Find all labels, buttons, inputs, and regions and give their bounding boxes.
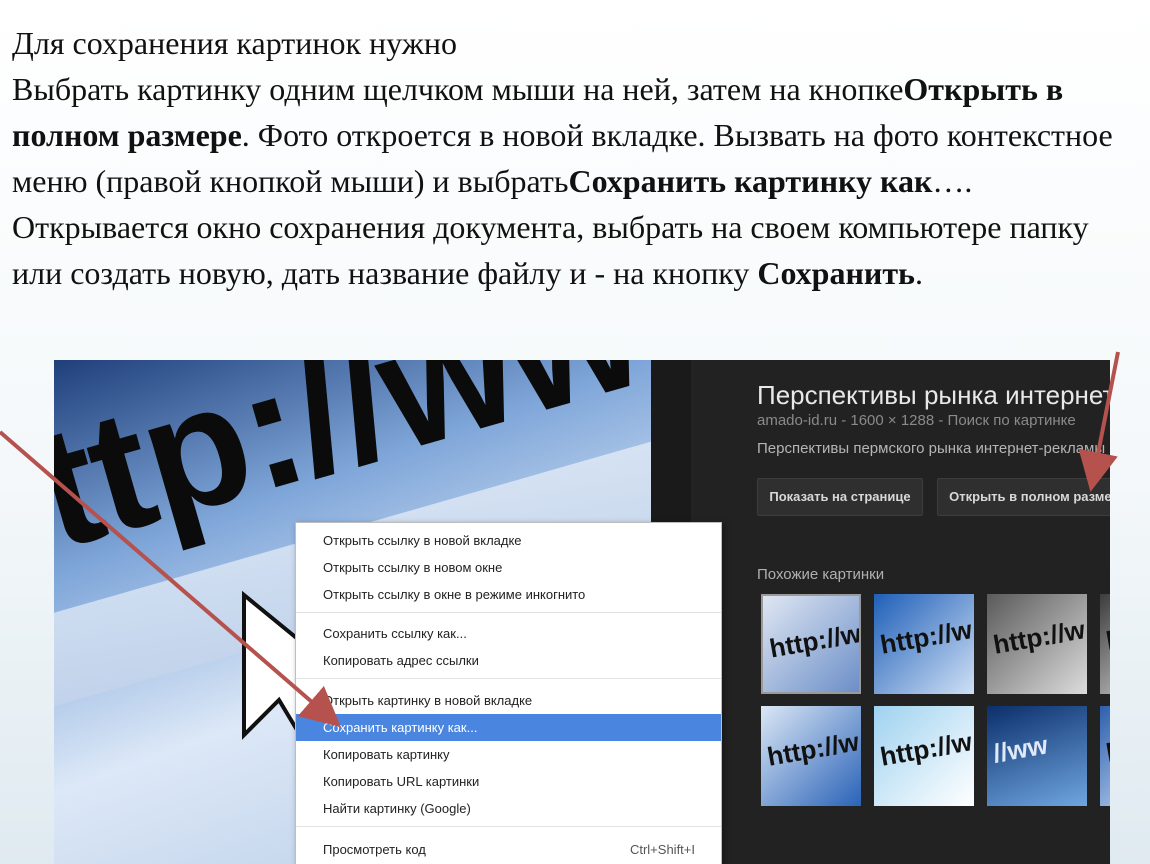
- similar-images-label: Похожие картинки: [757, 566, 885, 583]
- image-title[interactable]: Перспективы рынка интернет-р: [757, 380, 1110, 411]
- image-description: Перспективы пермского рынка интернет-рек…: [757, 440, 1106, 457]
- similar-thumb-text: http: [1103, 729, 1110, 769]
- similar-thumb-3[interactable]: http://w: [987, 594, 1087, 694]
- instruction-text: Для сохранения картинок нужно Выбрать ка…: [12, 20, 1132, 296]
- menu-open-link-new-tab[interactable]: Открыть ссылку в новой вкладке: [296, 527, 721, 554]
- instruction-part-4: .: [914, 255, 923, 291]
- menu-inspect-shortcut: Ctrl+Shift+I: [629, 842, 695, 857]
- similar-thumb-4[interactable]: http: [1100, 594, 1110, 694]
- similar-thumb-1[interactable]: http://ww: [761, 594, 861, 694]
- similar-thumb-text: http://ww: [767, 614, 861, 664]
- similar-thumb-text: http: [1103, 617, 1110, 657]
- menu-copy-image-url[interactable]: Копировать URL картинки: [296, 768, 721, 795]
- similar-thumb-text: http://w: [878, 614, 974, 660]
- menu-save-image-as[interactable]: Сохранить картинку как...: [296, 714, 721, 741]
- similar-thumb-text: http://w: [878, 726, 974, 772]
- menu-search-image-google[interactable]: Найти картинку (Google): [296, 795, 721, 822]
- menu-separator: [296, 612, 721, 613]
- similar-thumb-2[interactable]: http://w: [874, 594, 974, 694]
- similar-thumb-5[interactable]: http://w: [761, 706, 861, 806]
- menu-open-image-new-tab[interactable]: Открыть картинку в новой вкладке: [296, 687, 721, 714]
- similar-thumb-6[interactable]: http://w: [874, 706, 974, 806]
- similar-thumb-7[interactable]: //ww: [987, 706, 1087, 806]
- open-full-size-button[interactable]: Открыть в полном размере: [937, 478, 1110, 516]
- similar-thumb-8[interactable]: http: [1100, 706, 1110, 806]
- image-meta: amado-id.ru - 1600 × 1288 - Поиск по кар…: [757, 412, 1076, 429]
- instruction-part-1: Выбрать картинку одним щелчком мыши на н…: [12, 71, 904, 107]
- menu-copy-image[interactable]: Копировать картинку: [296, 741, 721, 768]
- similar-thumb-text: http://w: [765, 726, 861, 772]
- menu-inspect-label: Просмотреть код: [323, 842, 426, 857]
- menu-inspect-element[interactable]: Просмотреть код Ctrl+Shift+I: [296, 836, 721, 863]
- context-menu: Открыть ссылку в новой вкладке Открыть с…: [295, 522, 722, 864]
- instruction-bold-save: Сохранить: [757, 255, 915, 291]
- menu-open-link-incognito[interactable]: Открыть ссылку в окне в режиме инкогнито: [296, 581, 721, 608]
- menu-open-link-new-window[interactable]: Открыть ссылку в новом окне: [296, 554, 721, 581]
- menu-save-link-as[interactable]: Сохранить ссылку как...: [296, 620, 721, 647]
- similar-thumb-text: //ww: [990, 729, 1051, 769]
- menu-separator: [296, 678, 721, 679]
- instruction-bold-save-as: Сохранить картинку как: [568, 163, 933, 199]
- instruction-line-1: Для сохранения картинок нужно: [12, 25, 457, 61]
- show-on-page-button[interactable]: Показать на странице: [757, 478, 923, 516]
- similar-thumb-text: http://w: [991, 614, 1087, 660]
- browser-screenshot: ttp://www Перспективы рынка интернет-р a…: [54, 360, 1110, 864]
- menu-copy-link-address[interactable]: Копировать адрес ссылки: [296, 647, 721, 674]
- menu-separator: [296, 826, 721, 827]
